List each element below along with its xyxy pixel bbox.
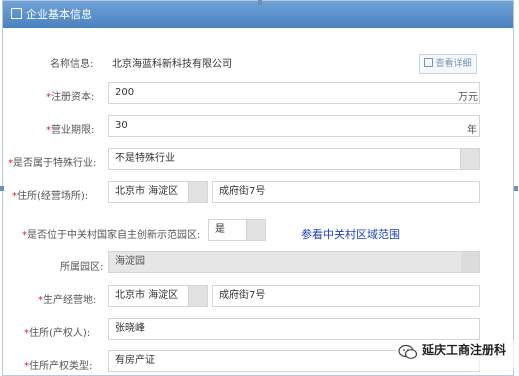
view-detail-icon [424,58,434,67]
property-type-label: *住所产权类型: [24,361,93,372]
residence-district-select[interactable]: 北京市 海淀区 [108,181,208,203]
business-district-value: 北京市 海淀区 [115,290,179,301]
business-street-value: 成府街7号 [219,290,266,301]
special-industry-value: 不是特殊行业 [115,153,175,164]
business-street-input[interactable]: 成府街7号 [212,285,480,307]
capital-input[interactable]: 200 [108,82,480,104]
watermark-text: 延庆工商注册科 [422,343,507,357]
park-select: 海淀园 [108,251,480,273]
term-input-value: 30 [115,120,128,131]
business-district-select[interactable]: 北京市 海淀区 [108,285,208,307]
zgc-label: *是否位于中关村国家自主创新示范园区: [22,230,201,241]
residence-district-dropdown-icon [188,182,207,202]
name-value: 北京海蓝科新科技有限公司 [112,59,232,70]
owner-input-value: 张晓峰 [115,323,145,334]
term-input[interactable]: 30 [108,115,480,137]
residence-label: *住所(经营场所): [12,191,89,202]
residence-street-value: 成府街7号 [219,186,266,197]
owner-label: *住所(产权人): [24,328,91,339]
owner-input[interactable]: 张晓峰 [108,318,480,340]
special-industry-select[interactable]: 不是特殊行业 [108,148,480,170]
name-label: 名称信息: [50,59,94,70]
zgc-value: 是 [215,224,225,235]
panel-header: 企业基本信息 [3,1,513,28]
capital-label: *注册资本: [46,92,95,103]
resize-handle-top[interactable] [258,0,262,5]
business-district-dropdown-icon [188,286,207,306]
residence-street-input[interactable]: 成府街7号 [212,181,480,203]
zgc-region-link[interactable]: 参看中关村区域范围 [301,226,400,242]
capital-unit: 万元 [458,92,478,103]
special-industry-dropdown-icon [460,149,479,169]
zgc-select[interactable]: 是 [208,219,266,241]
term-label: *营业期限: [46,125,95,136]
park-label: 所属园区: [60,262,104,273]
property-type-value: 有房产证 [115,355,155,366]
panel-icon [11,8,22,19]
capital-input-value: 200 [115,87,135,98]
residence-district-value: 北京市 海淀区 [115,186,179,197]
park-value: 海淀园 [115,256,145,267]
business-place-label: *生产经营地: [38,295,97,306]
view-detail-label: 查看详细 [435,59,472,69]
term-unit: 年 [467,125,477,136]
special-industry-label: *是否属于特殊行业: [8,158,97,169]
panel-title: 企业基本信息 [26,8,92,21]
zgc-dropdown-icon [246,220,265,240]
resize-handle-left[interactable] [0,186,4,191]
view-detail-button[interactable]: 查看详细 [419,54,477,74]
park-dropdown-icon [461,252,479,272]
page: { "header": { "title": "企业基本信息" }, "butt… [0,0,519,376]
wechat-icon [398,344,418,359]
resize-handle-right[interactable] [514,186,518,191]
